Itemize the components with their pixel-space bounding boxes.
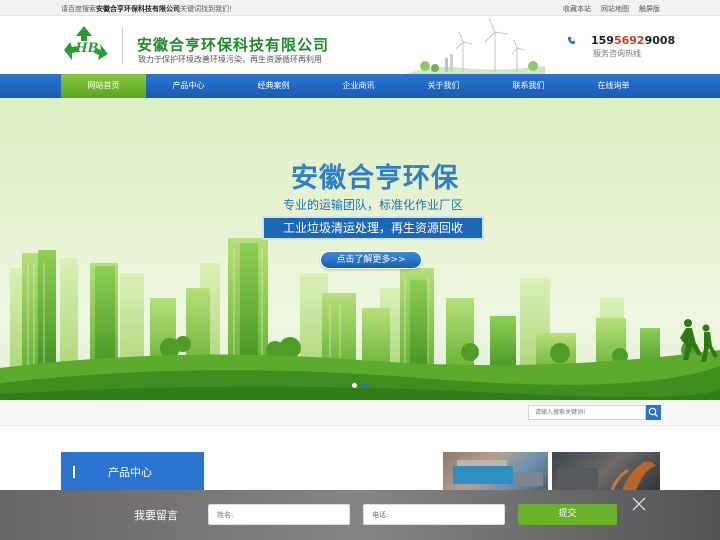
link-mobile[interactable]: 触屏版 (639, 4, 660, 14)
nav-products[interactable]: 产品中心 (146, 74, 231, 98)
phone-label: 服务咨询热线 (593, 49, 641, 58)
name-input[interactable] (208, 504, 350, 525)
link-sitemap[interactable]: 网站地图 (601, 4, 629, 14)
nav-about[interactable]: 关于我们 (401, 74, 486, 98)
header: HB 安徽合亨环保科技有限公司 致力于保护环境改善环境污染，再生资源循环再利用 … (0, 16, 720, 74)
product-center-title: 产品中心 (108, 466, 152, 479)
top-bar: 请百度搜索安徽合亨环保科技有限公司关键词找到我们! 收藏本站 网站地图 触屏版 (0, 0, 720, 16)
nav-contact[interactable]: 联系我们 (486, 74, 571, 98)
product-photo-1 (453, 460, 543, 486)
recycle-logo-icon[interactable]: HB (62, 22, 112, 68)
company-slogan: 致力于保护环境改善环境污染，再生资源循环再利用 (138, 55, 322, 64)
nav-cases[interactable]: 经典案例 (231, 74, 316, 98)
phone-icon (567, 36, 576, 45)
city-skyline-illustration (0, 238, 720, 400)
submit-button[interactable]: 提交 (518, 504, 617, 525)
main-nav: 网站首页 产品中心 经典案例 企业商讯 关于我们 联系我们 在线询单 (0, 74, 720, 98)
banner-title: 安徽合亨环保 (291, 163, 459, 194)
product-image-1[interactable] (443, 452, 548, 490)
product-image-2[interactable] (552, 452, 660, 490)
hero-banner[interactable]: 安徽合亨环保 专业的运输团队，标准化作业厂区 工业垃圾清运处理，再生资源回收 点… (0, 98, 720, 400)
logo-text: HB (74, 41, 98, 56)
header-accent-bar (73, 466, 75, 478)
product-center-header[interactable]: 产品中心 (61, 452, 204, 490)
product-photo-2 (558, 461, 656, 490)
search-input[interactable] (528, 405, 646, 420)
link-bookmark[interactable]: 收藏本站 (563, 4, 591, 14)
learn-more-button[interactable]: 点击了解更多>> (320, 251, 422, 269)
windmills-illustration (405, 18, 545, 74)
nav-home[interactable]: 网站首页 (61, 74, 146, 98)
slider-dot-1[interactable] (352, 383, 357, 388)
phone-input[interactable] (363, 504, 505, 525)
banner-highlight-box: 工业垃圾清运处理，再生资源回收 (262, 216, 484, 240)
nav-inquiry[interactable]: 在线询单 (571, 74, 656, 98)
close-icon[interactable] (631, 496, 647, 512)
search-tip: 请百度搜索安徽合亨环保科技有限公司关键词找到我们! (61, 5, 232, 13)
company-name: 安徽合亨环保科技有限公司 (137, 36, 330, 54)
message-title: 我要留言 (134, 509, 178, 522)
search-icon (648, 407, 658, 417)
slider-dot-2[interactable] (362, 383, 367, 388)
phone-number[interactable]: 15956929008 (591, 34, 675, 47)
search-button[interactable] (646, 405, 661, 420)
top-links: 收藏本站 网站地图 触屏版 (563, 4, 660, 14)
banner-subtitle: 专业的运输团队，标准化作业厂区 (282, 198, 463, 212)
header-divider (122, 28, 123, 64)
nav-news[interactable]: 企业商讯 (316, 74, 401, 98)
